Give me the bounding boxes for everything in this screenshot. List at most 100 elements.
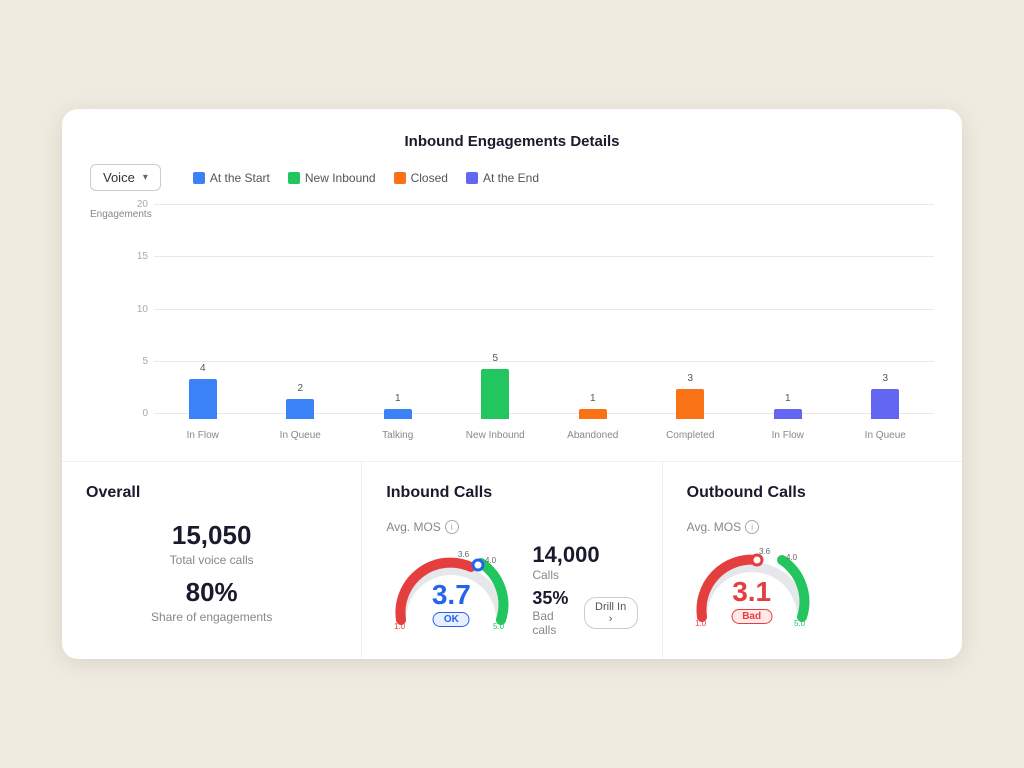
bar[interactable]: 4 — [189, 379, 217, 419]
overall-title: Overall — [86, 484, 337, 502]
share-value: 80% — [86, 577, 337, 608]
bottom-cards: Overall 15,050 Total voice calls 80% Sha… — [62, 462, 962, 659]
inbound-gauge-area: Avg. MOS i — [386, 520, 637, 637]
legend-item: At the End — [466, 171, 539, 185]
inbound-right-stats: 14,000 Calls 35% Bad calls Drill In › — [532, 542, 637, 637]
svg-text:4.0: 4.0 — [786, 553, 798, 562]
bars-container: 4 In Flow 2 In Queue 1 Talking 5 New Inb… — [154, 199, 934, 419]
outbound-gauge-center: 3.1 Bad — [731, 578, 772, 624]
outbound-info-icon: i — [745, 520, 759, 534]
legend-item: New Inbound — [288, 171, 376, 185]
bar[interactable]: 1 — [774, 409, 802, 419]
bar-label: In Flow — [187, 430, 219, 441]
inbound-gauge-center: 3.7 OK — [432, 581, 471, 627]
outbound-card: Outbound Calls Avg. MOS i — [663, 462, 962, 659]
grid-tick: 15 — [130, 251, 148, 262]
outbound-gauge-badge: Bad — [731, 609, 772, 624]
svg-text:3.6: 3.6 — [458, 550, 470, 559]
grid-tick: 10 — [130, 304, 148, 315]
outbound-title: Outbound Calls — [687, 484, 938, 502]
bar-group: 4 In Flow — [154, 199, 252, 419]
bar[interactable]: 3 — [871, 389, 899, 419]
inbound-calls-value: 14,000 Calls — [532, 542, 637, 582]
bar-group: 2 In Queue — [252, 199, 350, 419]
inbound-avg-mos-label: Avg. MOS i — [386, 520, 458, 534]
bar-group: 3 In Queue — [837, 199, 935, 419]
bar-value: 1 — [395, 393, 401, 404]
overall-card: Overall 15,050 Total voice calls 80% Sha… — [62, 462, 362, 659]
inbound-gauge-svg: 1.0 5.0 3.6 4.0 3.7 OK — [386, 545, 516, 635]
inbound-card: Inbound Calls Avg. MOS i — [362, 462, 662, 659]
total-calls-label: Total voice calls — [86, 553, 337, 567]
drill-in-button[interactable]: Drill In › — [584, 597, 638, 629]
total-calls-value: 15,050 — [86, 520, 337, 551]
bar-value: 3 — [882, 373, 888, 384]
info-icon: i — [445, 520, 459, 534]
bar-group: 1 Abandoned — [544, 199, 642, 419]
legend-dot — [193, 172, 205, 184]
chart-section: Inbound Engagements Details Voice ▾ At t… — [62, 109, 962, 462]
inbound-gauge-wrapper: 1.0 5.0 3.6 4.0 3.7 OK 14,000 — [386, 542, 637, 637]
bar[interactable]: 2 — [286, 399, 314, 419]
bar[interactable]: 1 — [384, 409, 412, 419]
inbound-gauge-value: 3.7 — [432, 581, 471, 609]
svg-text:1.0: 1.0 — [394, 622, 406, 630]
total-calls-metric: 15,050 Total voice calls — [86, 520, 337, 567]
chevron-down-icon: ▾ — [143, 172, 148, 183]
grid-tick: 20 — [130, 199, 148, 210]
chart-controls: Voice ▾ At the StartNew InboundClosedAt … — [90, 164, 934, 191]
legend-dot — [394, 172, 406, 184]
grid-tick: 0 — [130, 408, 148, 419]
grid-tick: 5 — [130, 356, 148, 367]
share-metric: 80% Share of engagements — [86, 577, 337, 624]
legend-label: At the End — [483, 171, 539, 185]
bar-value: 1 — [785, 393, 791, 404]
bar-label: In Queue — [865, 430, 906, 441]
bar-value: 2 — [297, 383, 303, 394]
legend-label: At the Start — [210, 171, 270, 185]
chart-area: Engagements 20151050 4 In Flow 2 In Queu… — [90, 199, 934, 449]
inbound-title: Inbound Calls — [386, 484, 637, 502]
outbound-gauge-svg: 1.0 5.0 3.6 4.0 3.1 Bad — [687, 542, 817, 632]
outbound-gauge-area: Avg. MOS i 1.0 — [687, 520, 938, 632]
bar-value: 1 — [590, 393, 596, 404]
main-card: Inbound Engagements Details Voice ▾ At t… — [62, 109, 962, 659]
bar-group: 1 In Flow — [739, 199, 837, 419]
chart-title: Inbound Engagements Details — [90, 133, 934, 150]
legend-dot — [288, 172, 300, 184]
bar-label: Abandoned — [567, 430, 618, 441]
bar-label: Talking — [382, 430, 413, 441]
bar-group: 1 Talking — [349, 199, 447, 419]
legend-item: Closed — [394, 171, 448, 185]
legend-label: Closed — [411, 171, 448, 185]
bar-label: New Inbound — [466, 430, 525, 441]
bar-value: 3 — [687, 373, 693, 384]
legend-dot — [466, 172, 478, 184]
legend: At the Start New Inbound Closed At the End — [193, 171, 539, 185]
bar[interactable]: 3 — [676, 389, 704, 419]
bar[interactable]: 5 — [481, 369, 509, 419]
bar-label: Completed — [666, 430, 714, 441]
share-label: Share of engagements — [86, 610, 337, 624]
legend-label: New Inbound — [305, 171, 376, 185]
bar[interactable]: 1 — [579, 409, 607, 419]
outbound-avg-mos-label: Avg. MOS i — [687, 520, 759, 534]
svg-text:4.0: 4.0 — [485, 556, 497, 565]
inbound-gauge-badge: OK — [433, 612, 470, 627]
chart-grid: 20151050 4 In Flow 2 In Queue 1 Talking … — [130, 199, 934, 419]
bar-value: 5 — [492, 353, 498, 364]
svg-text:5.0: 5.0 — [794, 619, 806, 627]
bar-group: 5 New Inbound — [447, 199, 545, 419]
outbound-gauge-value: 3.1 — [731, 578, 772, 606]
voice-dropdown[interactable]: Voice ▾ — [90, 164, 161, 191]
bar-label: In Flow — [772, 430, 804, 441]
svg-text:3.6: 3.6 — [759, 547, 771, 556]
bar-value: 4 — [200, 363, 206, 374]
bar-group: 3 Completed — [642, 199, 740, 419]
legend-item: At the Start — [193, 171, 270, 185]
dropdown-label: Voice — [103, 170, 135, 185]
svg-text:1.0: 1.0 — [695, 619, 707, 627]
outbound-gauge-wrapper: 1.0 5.0 3.6 4.0 3.1 Bad — [687, 542, 938, 632]
bad-calls-row: 35% Bad calls Drill In › — [532, 588, 637, 637]
svg-text:5.0: 5.0 — [493, 622, 505, 630]
